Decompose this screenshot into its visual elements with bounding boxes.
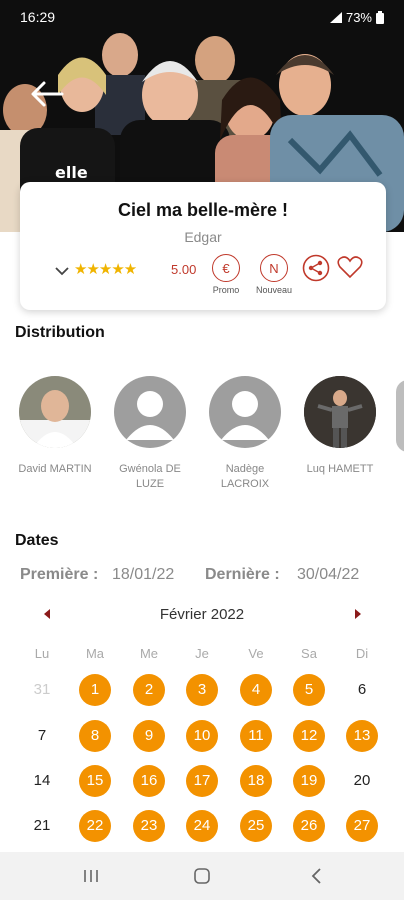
- chevron-down-icon[interactable]: [54, 265, 70, 277]
- derniere-value: 30/04/22: [297, 566, 360, 583]
- calendar-day: 7: [37, 727, 47, 744]
- dates-heading: Dates: [15, 532, 59, 549]
- calendar-day-available[interactable]: 25: [240, 810, 272, 842]
- calendar-day-available[interactable]: 17: [186, 765, 218, 797]
- calendar-day: 6: [357, 681, 367, 698]
- avatar-placeholder-icon: [114, 376, 186, 448]
- derniere-label: Dernière :: [205, 566, 280, 583]
- calendar-day-available[interactable]: 1: [79, 674, 111, 706]
- svg-text:elle: elle: [55, 163, 88, 182]
- calendar-day: 21: [33, 817, 51, 834]
- rating-value: 5.00: [171, 262, 197, 277]
- battery-icon: [376, 10, 384, 24]
- show-venue: Edgar: [184, 229, 222, 245]
- signal-icon: [329, 11, 342, 23]
- heart-icon[interactable]: [337, 255, 363, 279]
- premiere-label: Première :: [20, 566, 99, 583]
- cast-name: Luq HAMETT: [306, 463, 374, 475]
- weekday-label: Ve: [248, 646, 264, 661]
- calendar-day-available[interactable]: 9: [133, 720, 165, 752]
- weekday-label: Me: [139, 646, 159, 661]
- premiere-value: 18/01/22: [112, 566, 175, 583]
- promo-button[interactable]: €: [212, 254, 240, 282]
- battery-percent: 73%: [345, 9, 372, 25]
- new-icon: N: [269, 260, 279, 276]
- calendar-day-available[interactable]: 12: [293, 720, 325, 752]
- recents-icon[interactable]: [79, 864, 103, 888]
- show-title: Ciel ma belle-mère !: [117, 200, 289, 220]
- calendar-day-available[interactable]: 10: [186, 720, 218, 752]
- calendar-day-available[interactable]: 4: [240, 674, 272, 706]
- home-icon[interactable]: [190, 864, 214, 888]
- cast-name: Nadège LACROIX: [220, 463, 270, 490]
- weekday-label: Ma: [85, 646, 105, 661]
- weekday-label: Sa: [301, 646, 317, 661]
- calendar-day-available[interactable]: 2: [133, 674, 165, 706]
- calendar-day-available[interactable]: 19: [293, 765, 325, 797]
- calendar-day-available[interactable]: 11: [240, 720, 272, 752]
- weekday-label: Je: [195, 646, 209, 661]
- back-arrow-icon[interactable]: [28, 78, 68, 110]
- back-icon[interactable]: [305, 864, 329, 888]
- cast-member[interactable]: David MARTIN: [15, 376, 95, 477]
- cast-name: David MARTIN: [18, 463, 92, 475]
- euro-icon: €: [222, 260, 230, 276]
- nouveau-label: Nouveau: [255, 285, 293, 295]
- cast-member[interactable]: Nadège LACROIX: [205, 376, 285, 492]
- status-time: 16:29: [20, 9, 56, 25]
- calendar-header: Février 2022: [0, 604, 404, 626]
- calendar-day-available[interactable]: 3: [186, 674, 218, 706]
- show-actions: ★★★★★ 5.00 € Promo N Nouveau: [54, 254, 364, 300]
- weekday-label: Di: [355, 646, 369, 661]
- calendar-day-available[interactable]: 27: [346, 810, 378, 842]
- weekday-label: Lu: [34, 646, 50, 661]
- next-month-icon[interactable]: [353, 608, 363, 620]
- share-icon[interactable]: [302, 254, 330, 282]
- avatar: [19, 376, 91, 448]
- calendar-day-available[interactable]: 23: [133, 810, 165, 842]
- status-right: 73%: [329, 9, 384, 25]
- cast-scroll-peek: [396, 380, 404, 452]
- calendar-day: 20: [353, 772, 371, 789]
- calendar-day-available[interactable]: 22: [79, 810, 111, 842]
- show-card: Ciel ma belle-mère ! Edgar ★★★★★ 5.00 € …: [20, 182, 386, 310]
- promo-label: Promo: [212, 285, 240, 295]
- avatar-placeholder-icon: [209, 376, 281, 448]
- calendar-day: 31: [33, 681, 51, 698]
- cast-member[interactable]: Gwénola DE LUZE: [110, 376, 190, 492]
- distribution-heading: Distribution: [15, 324, 105, 341]
- calendar-day-available[interactable]: 15: [79, 765, 111, 797]
- calendar-day-available[interactable]: 8: [79, 720, 111, 752]
- calendar-day-available[interactable]: 18: [240, 765, 272, 797]
- nouveau-button[interactable]: N: [260, 254, 288, 282]
- calendar-month: Février 2022: [159, 606, 245, 623]
- system-nav-bar: [0, 852, 404, 900]
- calendar-day-available[interactable]: 26: [293, 810, 325, 842]
- avatar: [304, 376, 376, 448]
- rating-stars: ★★★★★: [74, 261, 137, 278]
- cast-name: Gwénola DE LUZE: [119, 463, 181, 490]
- calendar-day-available[interactable]: 13: [346, 720, 378, 752]
- calendar-day-available[interactable]: 24: [186, 810, 218, 842]
- status-bar: 16:29 73%: [0, 0, 404, 34]
- calendar-day-available[interactable]: 5: [293, 674, 325, 706]
- calendar-day-available[interactable]: 16: [133, 765, 165, 797]
- cast-member[interactable]: Luq HAMETT: [300, 376, 380, 477]
- calendar-day: 14: [33, 772, 51, 789]
